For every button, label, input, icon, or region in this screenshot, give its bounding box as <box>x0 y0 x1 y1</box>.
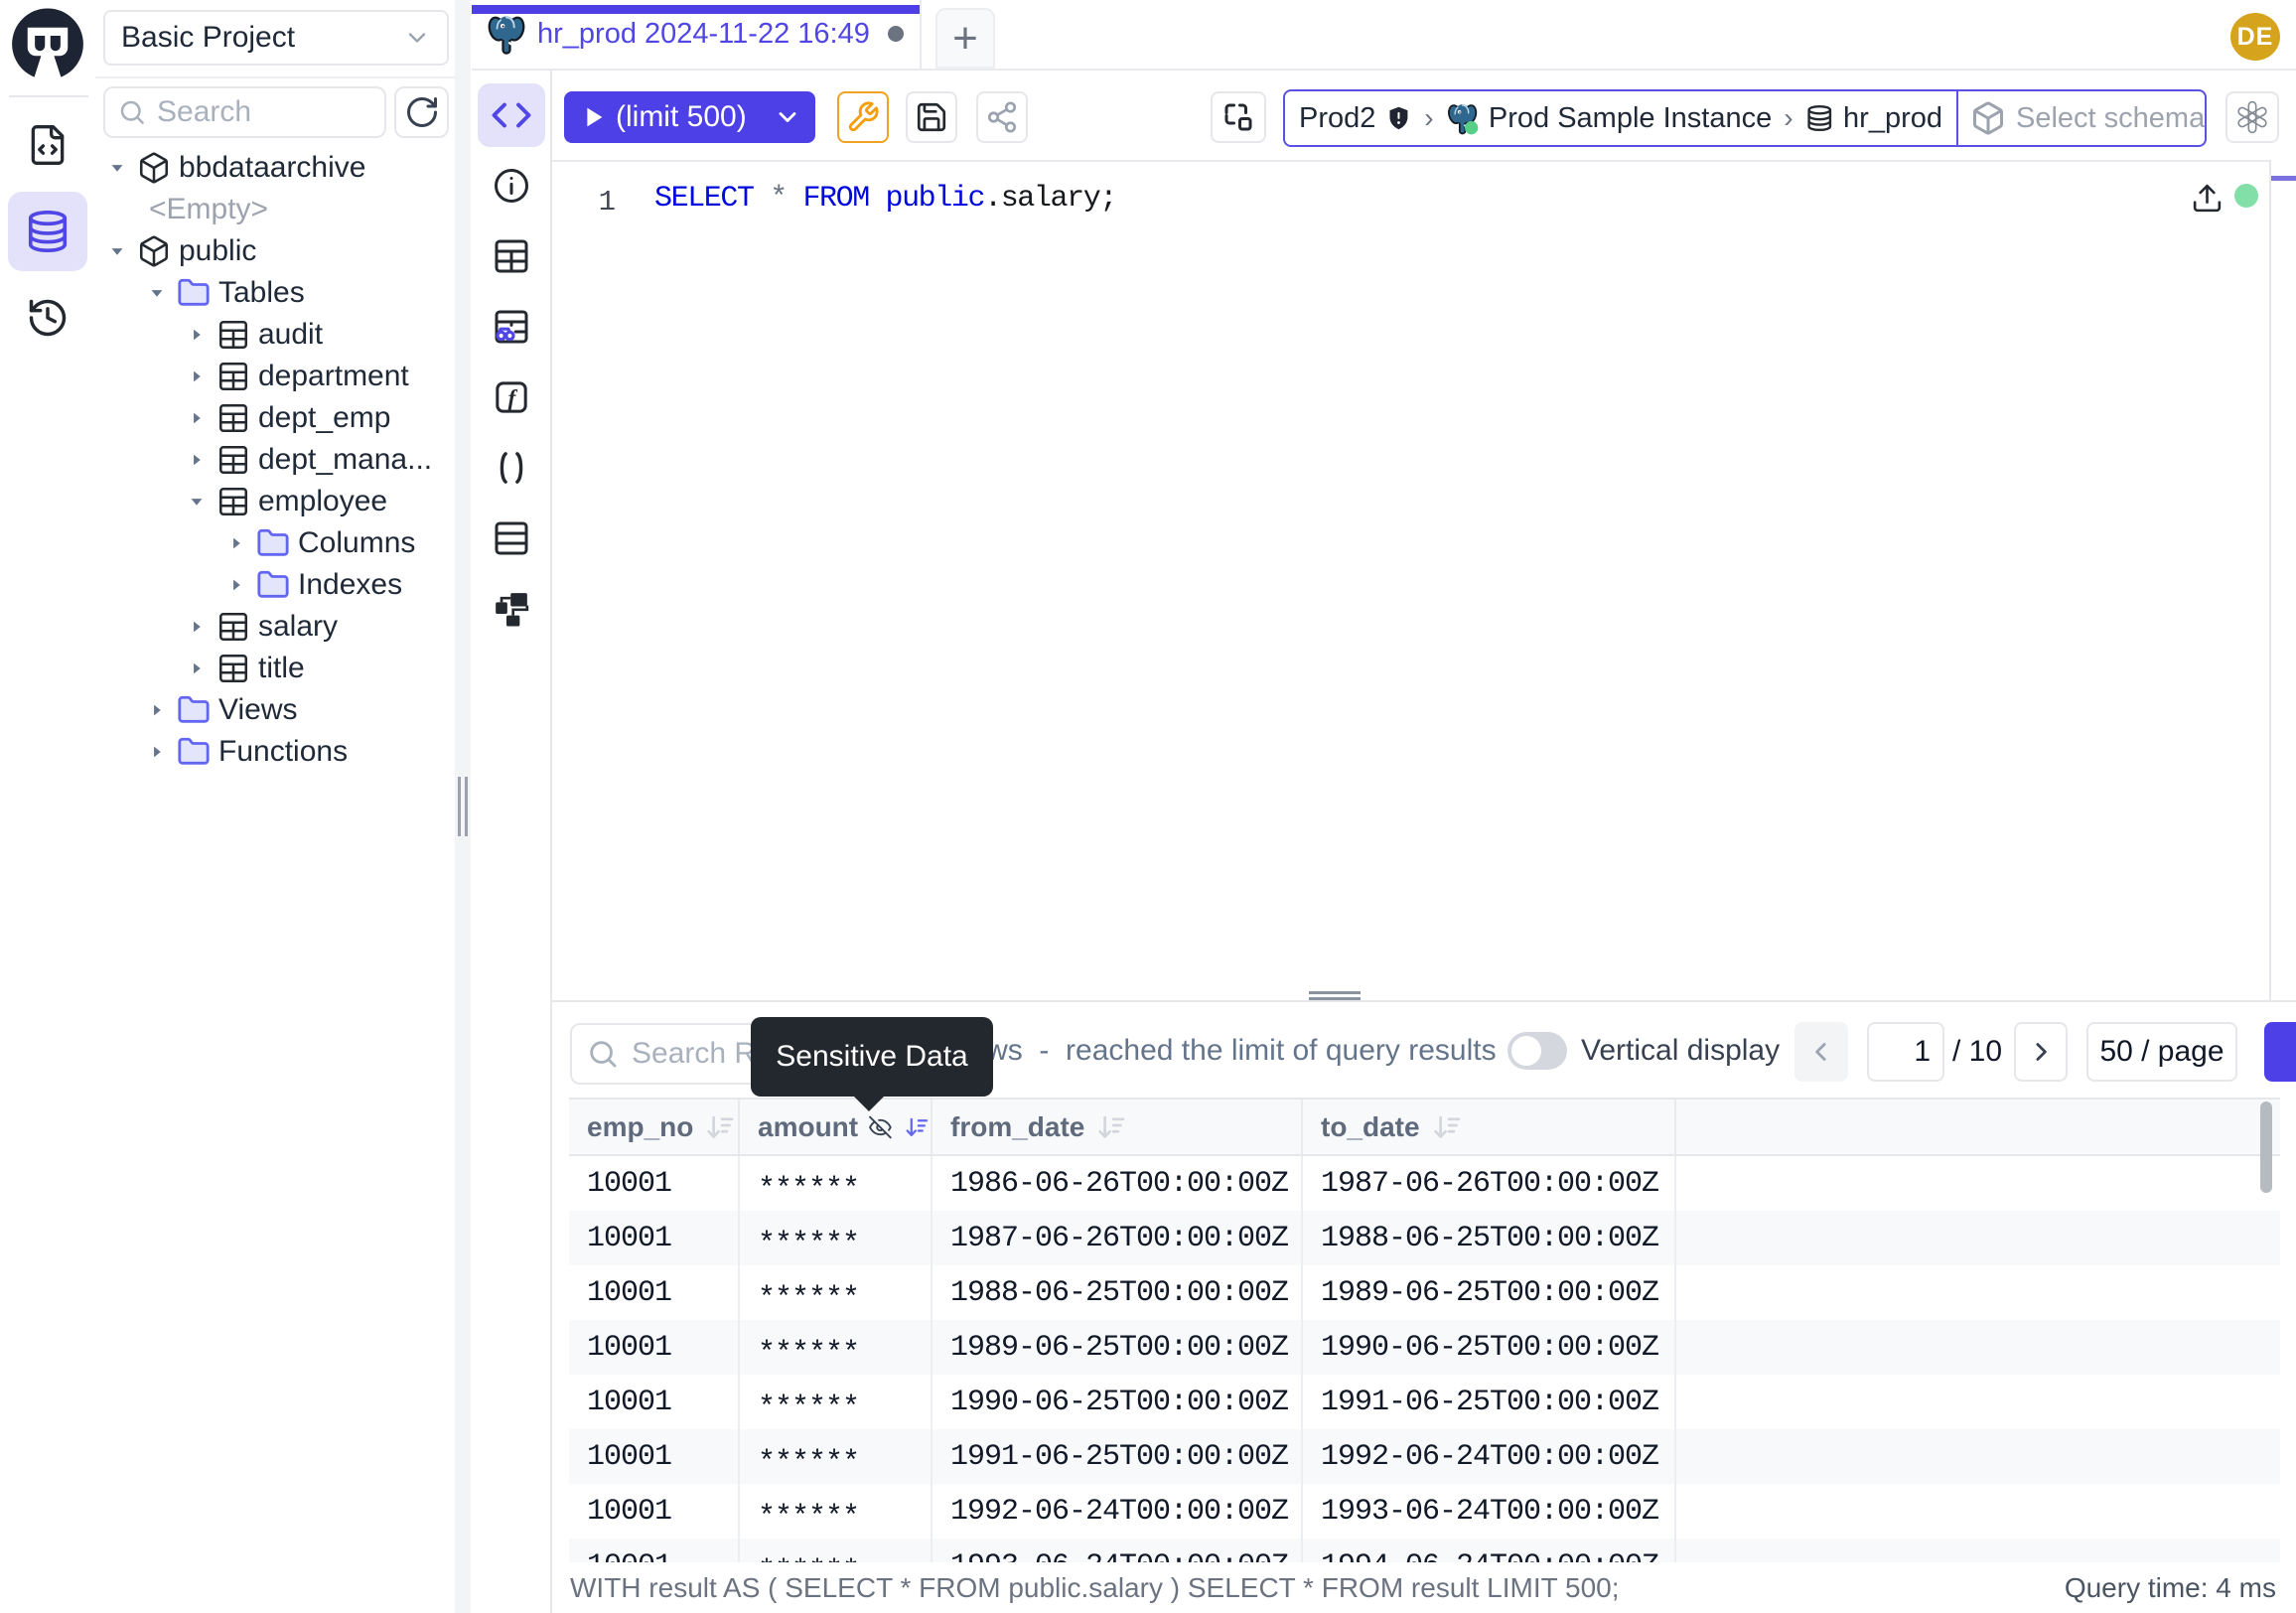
svg-text:f: f <box>507 385 517 411</box>
